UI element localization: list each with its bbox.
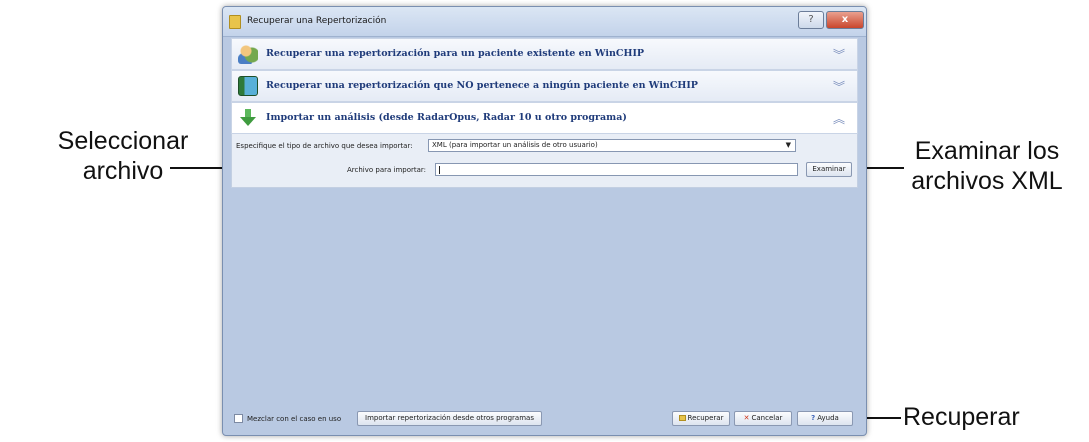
help-icon: ? xyxy=(811,414,816,422)
help-label: Ayuda xyxy=(817,414,839,422)
panel-header-existing-patient[interactable]: Recuperar una repertorización para un pa… xyxy=(232,39,857,69)
recover-button[interactable]: Recuperar xyxy=(672,411,730,426)
callout-select-file: Seleccionar archivo xyxy=(38,126,208,186)
dropdown-arrow-icon: ▼ xyxy=(785,141,791,149)
title-bar: Recuperar una Repertorización ? x xyxy=(223,7,866,37)
window-title: Recuperar una Repertorización xyxy=(247,16,387,26)
callout-recover: Recuperar xyxy=(903,403,1020,431)
recover-dialog: Recuperar una Repertorización ? x Recupe… xyxy=(222,6,867,436)
callout-browse-xml-line1: Examinar los xyxy=(914,137,1060,165)
panel-label: Importar un análisis (desde RadarOpus, R… xyxy=(266,112,627,123)
cancel-button[interactable]: ✕ Cancelar xyxy=(734,411,792,426)
callout-browse-xml: Examinar los archivos XML xyxy=(898,136,1076,196)
callout-line-recover xyxy=(867,417,901,419)
panel-header-no-patient[interactable]: Recuperar una repertorización que NO per… xyxy=(232,71,857,101)
book-icon xyxy=(238,76,258,96)
file-path-input[interactable] xyxy=(435,163,798,176)
help-button[interactable]: ? Ayuda xyxy=(797,411,853,426)
panel-label: Recuperar una repertorización para un pa… xyxy=(266,48,645,59)
panel-import-analysis[interactable]: Importar un análisis (desde RadarOpus, R… xyxy=(231,102,858,134)
panel-existing-patient[interactable]: Recuperar una repertorización para un pa… xyxy=(231,38,858,70)
import-arrow-icon xyxy=(238,108,258,128)
dialog-footer: Mezclar con el caso en uso Importar repe… xyxy=(231,405,858,435)
patients-icon xyxy=(238,44,258,64)
import-options: Especifique el tipo de archivo que desea… xyxy=(231,134,858,188)
file-type-label: Especifique el tipo de archivo que desea… xyxy=(236,142,413,150)
chevron-down-icon[interactable]: ︾ xyxy=(833,46,845,63)
folder-icon xyxy=(229,15,241,29)
file-type-value: XML (para importar un análisis de otro u… xyxy=(432,141,598,149)
file-label: Archivo para importar: xyxy=(347,166,427,174)
text-caret xyxy=(439,166,440,174)
import-programs-button[interactable]: Importar repertorización desde otros pro… xyxy=(357,411,542,426)
callout-browse-xml-line2: archivos XML xyxy=(911,167,1063,195)
recover-label: Recuperar xyxy=(687,414,724,422)
chevron-down-icon[interactable]: ︾ xyxy=(833,78,845,95)
file-type-select[interactable]: XML (para importar un análisis de otro u… xyxy=(428,139,796,152)
close-button[interactable]: x xyxy=(826,11,864,29)
callout-select-file-line1: Seleccionar xyxy=(57,127,189,155)
cancel-label: Cancelar xyxy=(751,414,783,422)
close-icon: ✕ xyxy=(743,414,750,422)
merge-checkbox[interactable] xyxy=(234,414,243,423)
panel-no-patient[interactable]: Recuperar una repertorización que NO per… xyxy=(231,70,858,102)
callout-select-file-line2: archivo xyxy=(82,157,164,185)
folder-icon xyxy=(678,415,686,421)
chevron-up-icon[interactable]: ︽ xyxy=(833,110,845,127)
panel-header-import-analysis[interactable]: Importar un análisis (desde RadarOpus, R… xyxy=(232,103,857,133)
help-title-button[interactable]: ? xyxy=(798,11,824,29)
browse-button[interactable]: Examinar xyxy=(806,162,852,177)
panel-label: Recuperar una repertorización que NO per… xyxy=(266,80,698,91)
merge-checkbox-label: Mezclar con el caso en uso xyxy=(247,415,342,423)
